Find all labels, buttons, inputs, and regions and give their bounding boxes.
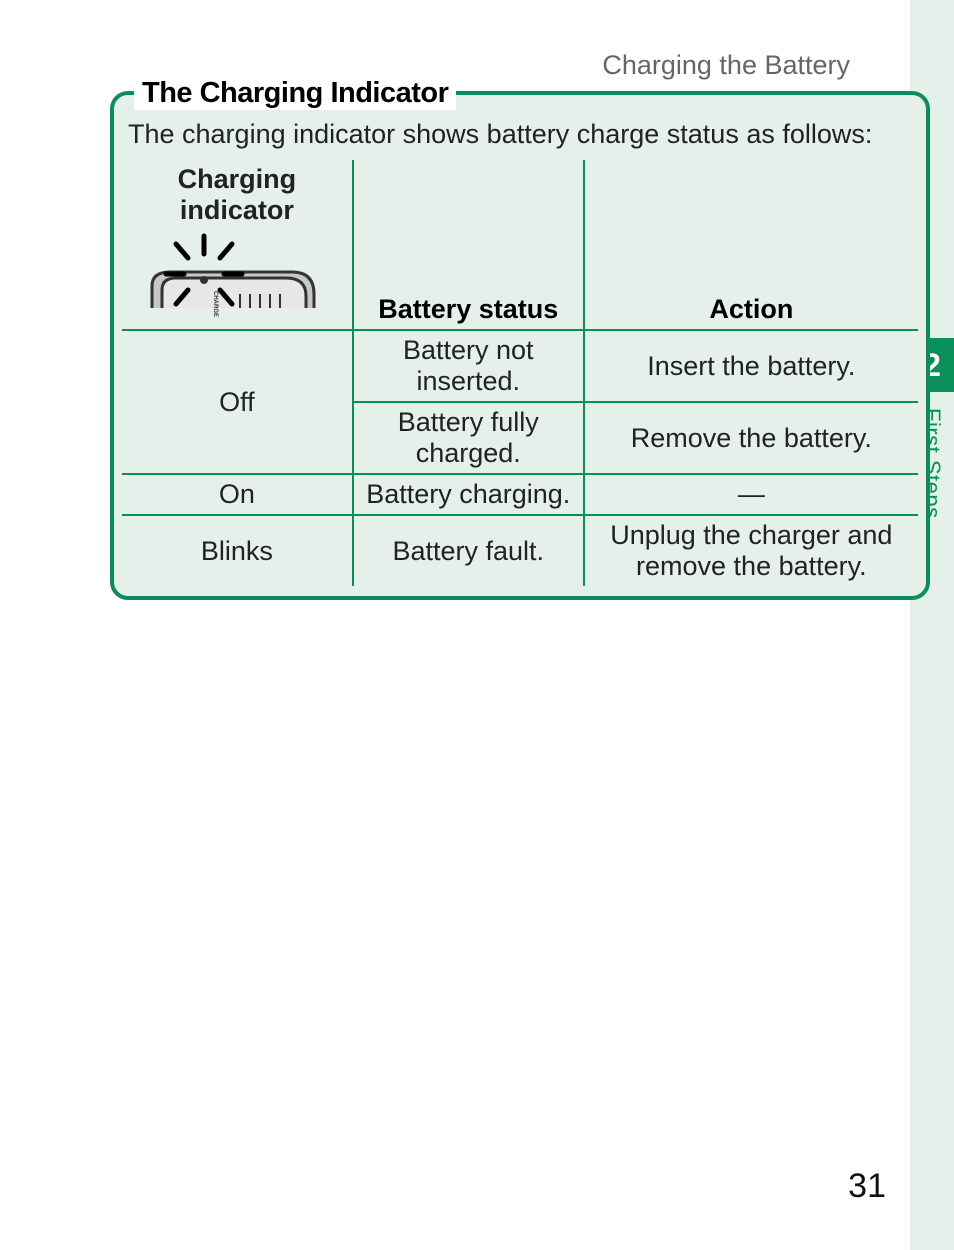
table-header-row: Charging indicator — [122, 160, 918, 330]
table-row: Blinks Battery fault. Unplug the charger… — [122, 515, 918, 586]
cell-action: Remove the battery. — [584, 402, 918, 474]
cell-indicator: Off — [122, 330, 353, 474]
charging-indicator-callout: The Charging Indicator The charging indi… — [110, 91, 930, 600]
cell-status: Battery fault. — [353, 515, 584, 586]
cell-indicator: Blinks — [122, 515, 353, 586]
cell-indicator: On — [122, 474, 353, 515]
col-action: Action — [584, 160, 918, 330]
charging-indicator-table: Charging indicator — [122, 160, 918, 586]
cell-status: Battery charging. — [353, 474, 584, 515]
svg-text:CHARGE: CHARGE — [212, 291, 218, 317]
table-row: On Battery charging. — — [122, 474, 918, 515]
col-charging-indicator: Charging indicator — [122, 160, 353, 330]
table-row: Off Battery not inserted. Insert the bat… — [122, 330, 918, 402]
charger-icon: CHARGE — [142, 228, 332, 325]
cell-status: Battery not inserted. — [353, 330, 584, 402]
cell-action: Unplug the charger and remove the batter… — [584, 515, 918, 586]
col1-label: Charging indicator — [128, 164, 346, 226]
cell-action: Insert the battery. — [584, 330, 918, 402]
col-battery-status: Battery status — [353, 160, 584, 330]
cell-status: Battery fully charged. — [353, 402, 584, 474]
page-number: 31 — [848, 1167, 886, 1206]
callout-intro: The charging indicator shows battery cha… — [122, 111, 918, 160]
callout-title: The Charging Indicator — [134, 77, 456, 110]
page: 2 First Steps Charging the Battery The C… — [0, 0, 954, 1250]
cell-action: — — [584, 474, 918, 515]
